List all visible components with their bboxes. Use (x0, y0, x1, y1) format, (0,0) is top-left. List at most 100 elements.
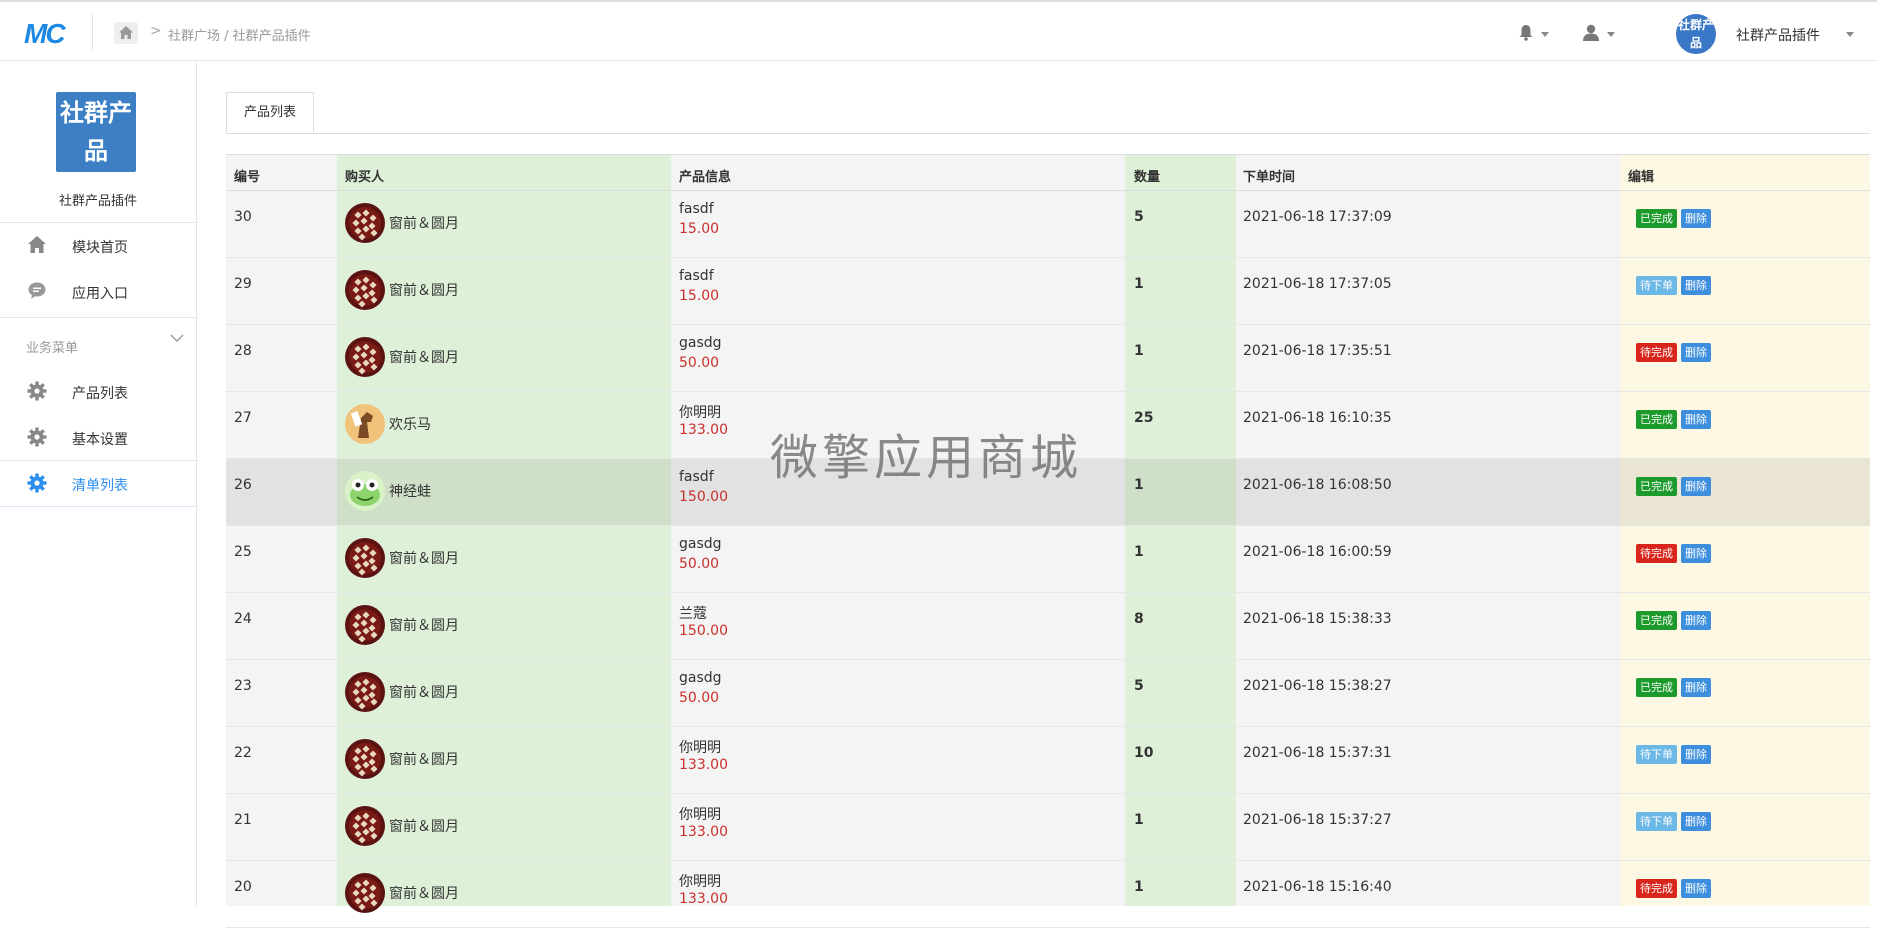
avatar-pattern (345, 605, 385, 645)
order-id: 24 (234, 611, 252, 627)
gear-icon (27, 473, 47, 493)
order-id: 23 (234, 678, 252, 694)
sidebar-item-label: 清单列表 (72, 478, 128, 494)
product-name: 兰蔻 (679, 606, 707, 622)
order-time: 2021-06-18 17:35:51 (1243, 343, 1392, 359)
product-price: 133.00 (679, 891, 728, 907)
delete-button[interactable]: 删除 (1681, 276, 1711, 295)
table-row: 23 窗前＆圆月 gasdg 50.00 5 2021-06-18 15:38:27 已完成… (226, 660, 1870, 727)
quantity: 1 (1134, 343, 1144, 359)
table-header: 编号 购买人 产品信息 数量 下单时间 编辑 (226, 154, 1870, 191)
product-price: 150.00 (679, 623, 728, 639)
delete-button[interactable]: 删除 (1681, 879, 1711, 898)
avatar[interactable]: 社群产品 (1676, 14, 1716, 54)
home-button[interactable] (114, 22, 138, 44)
status-badge[interactable]: 待下单 (1636, 812, 1677, 831)
product-name: 你明明 (679, 405, 721, 421)
delete-button[interactable]: 删除 (1681, 611, 1711, 630)
quantity: 1 (1134, 879, 1144, 895)
status-badge[interactable]: 待完成 (1636, 343, 1677, 362)
product-price: 133.00 (679, 422, 728, 438)
buyer-name: 窗前＆圆月 (389, 618, 459, 634)
status-badge[interactable]: 已完成 (1636, 209, 1677, 228)
table-row: 30 窗前＆圆月 fasdf 15.00 5 2021-06-18 17:37:09 已完成… (226, 191, 1870, 258)
product-name: gasdg (679, 670, 722, 686)
avatar-pattern (345, 538, 385, 578)
status-badge[interactable]: 待下单 (1636, 276, 1677, 295)
column-header[interactable]: 数量 (1134, 166, 1160, 185)
quantity: 1 (1134, 477, 1144, 493)
status-badge[interactable]: 已完成 (1636, 678, 1677, 697)
status-badge[interactable]: 待下单 (1636, 745, 1677, 764)
product-price: 15.00 (679, 221, 720, 237)
table-row: 27 欢乐马 你明明 133.00 25 2021-06-18 16:10:35 已完成 删除 (226, 392, 1870, 459)
delete-button[interactable]: 删除 (1681, 209, 1711, 228)
table-row: 22 窗前＆圆月 你明明 133.00 10 2021-06-18 15:37:31 待下单… (226, 727, 1870, 794)
delete-button[interactable]: 删除 (1681, 477, 1711, 496)
column-header[interactable]: 编辑 (1628, 166, 1654, 185)
chat-icon (28, 282, 46, 299)
order-time: 2021-06-18 15:38:33 (1243, 611, 1392, 627)
delete-button[interactable]: 删除 (1681, 343, 1711, 362)
product-price: 50.00 (679, 690, 720, 706)
sidebar-item-home[interactable]: 模块首页 (0, 222, 196, 268)
chevron-down-icon[interactable] (170, 333, 184, 343)
home-icon (119, 26, 133, 39)
status-badge[interactable]: 已完成 (1636, 477, 1677, 496)
table-row: 25 窗前＆圆月 gasdg 50.00 1 2021-06-18 16:00:59 待完成… (226, 526, 1870, 593)
column-header[interactable]: 购买人 (345, 166, 384, 185)
avatar-frog (345, 471, 385, 511)
sidebar-item-order-list[interactable]: 清单列表 (0, 460, 196, 506)
tab-product-list[interactable]: 产品列表 (226, 92, 314, 133)
product-name: fasdf (679, 268, 714, 284)
top-bar: MC > 社群广场 / 社群产品插件 社群产品 社群产品插件 (0, 0, 1877, 61)
order-id: 27 (234, 410, 252, 426)
sidebar-item-basic-settings[interactable]: 基本设置 (0, 414, 196, 460)
column-header[interactable]: 产品信息 (679, 166, 731, 185)
breadcrumb[interactable]: 社群广场 / 社群产品插件 (168, 25, 311, 44)
delete-button[interactable]: 删除 (1681, 410, 1711, 429)
delete-button[interactable]: 删除 (1681, 544, 1711, 563)
bell-icon[interactable] (1518, 24, 1534, 41)
delete-button[interactable]: 删除 (1681, 678, 1711, 697)
status-badge[interactable]: 待完成 (1636, 544, 1677, 563)
quantity: 5 (1134, 678, 1144, 694)
column-header[interactable]: 下单时间 (1243, 166, 1295, 185)
product-price: 133.00 (679, 824, 728, 840)
user-icon[interactable] (1582, 24, 1600, 41)
product-name: gasdg (679, 536, 722, 552)
order-time: 2021-06-18 15:37:27 (1243, 812, 1392, 828)
order-id: 29 (234, 276, 252, 292)
home-icon (28, 236, 46, 253)
buyer-name: 窗前＆圆月 (389, 685, 459, 701)
order-id: 21 (234, 812, 252, 828)
product-name: 你明明 (679, 807, 721, 823)
status-badge[interactable]: 已完成 (1636, 410, 1677, 429)
tab-bar: 产品列表 (226, 92, 1870, 134)
status-badge[interactable]: 待完成 (1636, 879, 1677, 898)
chevron-down-icon[interactable] (1607, 32, 1615, 37)
brand-logo[interactable]: MC (24, 18, 66, 50)
chevron-down-icon[interactable] (1846, 32, 1854, 37)
sidebar-item-app-entry[interactable]: 应用入口 (0, 268, 196, 314)
order-time: 2021-06-18 16:00:59 (1243, 544, 1392, 560)
product-price: 50.00 (679, 355, 720, 371)
chevron-down-icon[interactable] (1541, 32, 1549, 37)
order-id: 22 (234, 745, 252, 761)
product-name: 你明明 (679, 740, 721, 756)
buyer-name: 神经蛙 (389, 484, 431, 500)
delete-button[interactable]: 删除 (1681, 812, 1711, 831)
status-badge[interactable]: 已完成 (1636, 611, 1677, 630)
avatar-pattern (345, 672, 385, 712)
buyer-name: 窗前＆圆月 (389, 551, 459, 567)
sidebar-group-label[interactable]: 业务菜单 (26, 337, 78, 356)
column-header[interactable]: 编号 (234, 166, 260, 185)
user-name[interactable]: 社群产品插件 (1736, 25, 1820, 45)
buyer-name: 窗前＆圆月 (389, 216, 459, 232)
delete-button[interactable]: 删除 (1681, 745, 1711, 764)
avatar-pattern (345, 337, 385, 377)
order-time: 2021-06-18 15:16:40 (1243, 879, 1392, 895)
order-time: 2021-06-18 16:08:50 (1243, 477, 1392, 493)
quantity: 5 (1134, 209, 1144, 225)
sidebar-item-product-list[interactable]: 产品列表 (0, 368, 196, 414)
